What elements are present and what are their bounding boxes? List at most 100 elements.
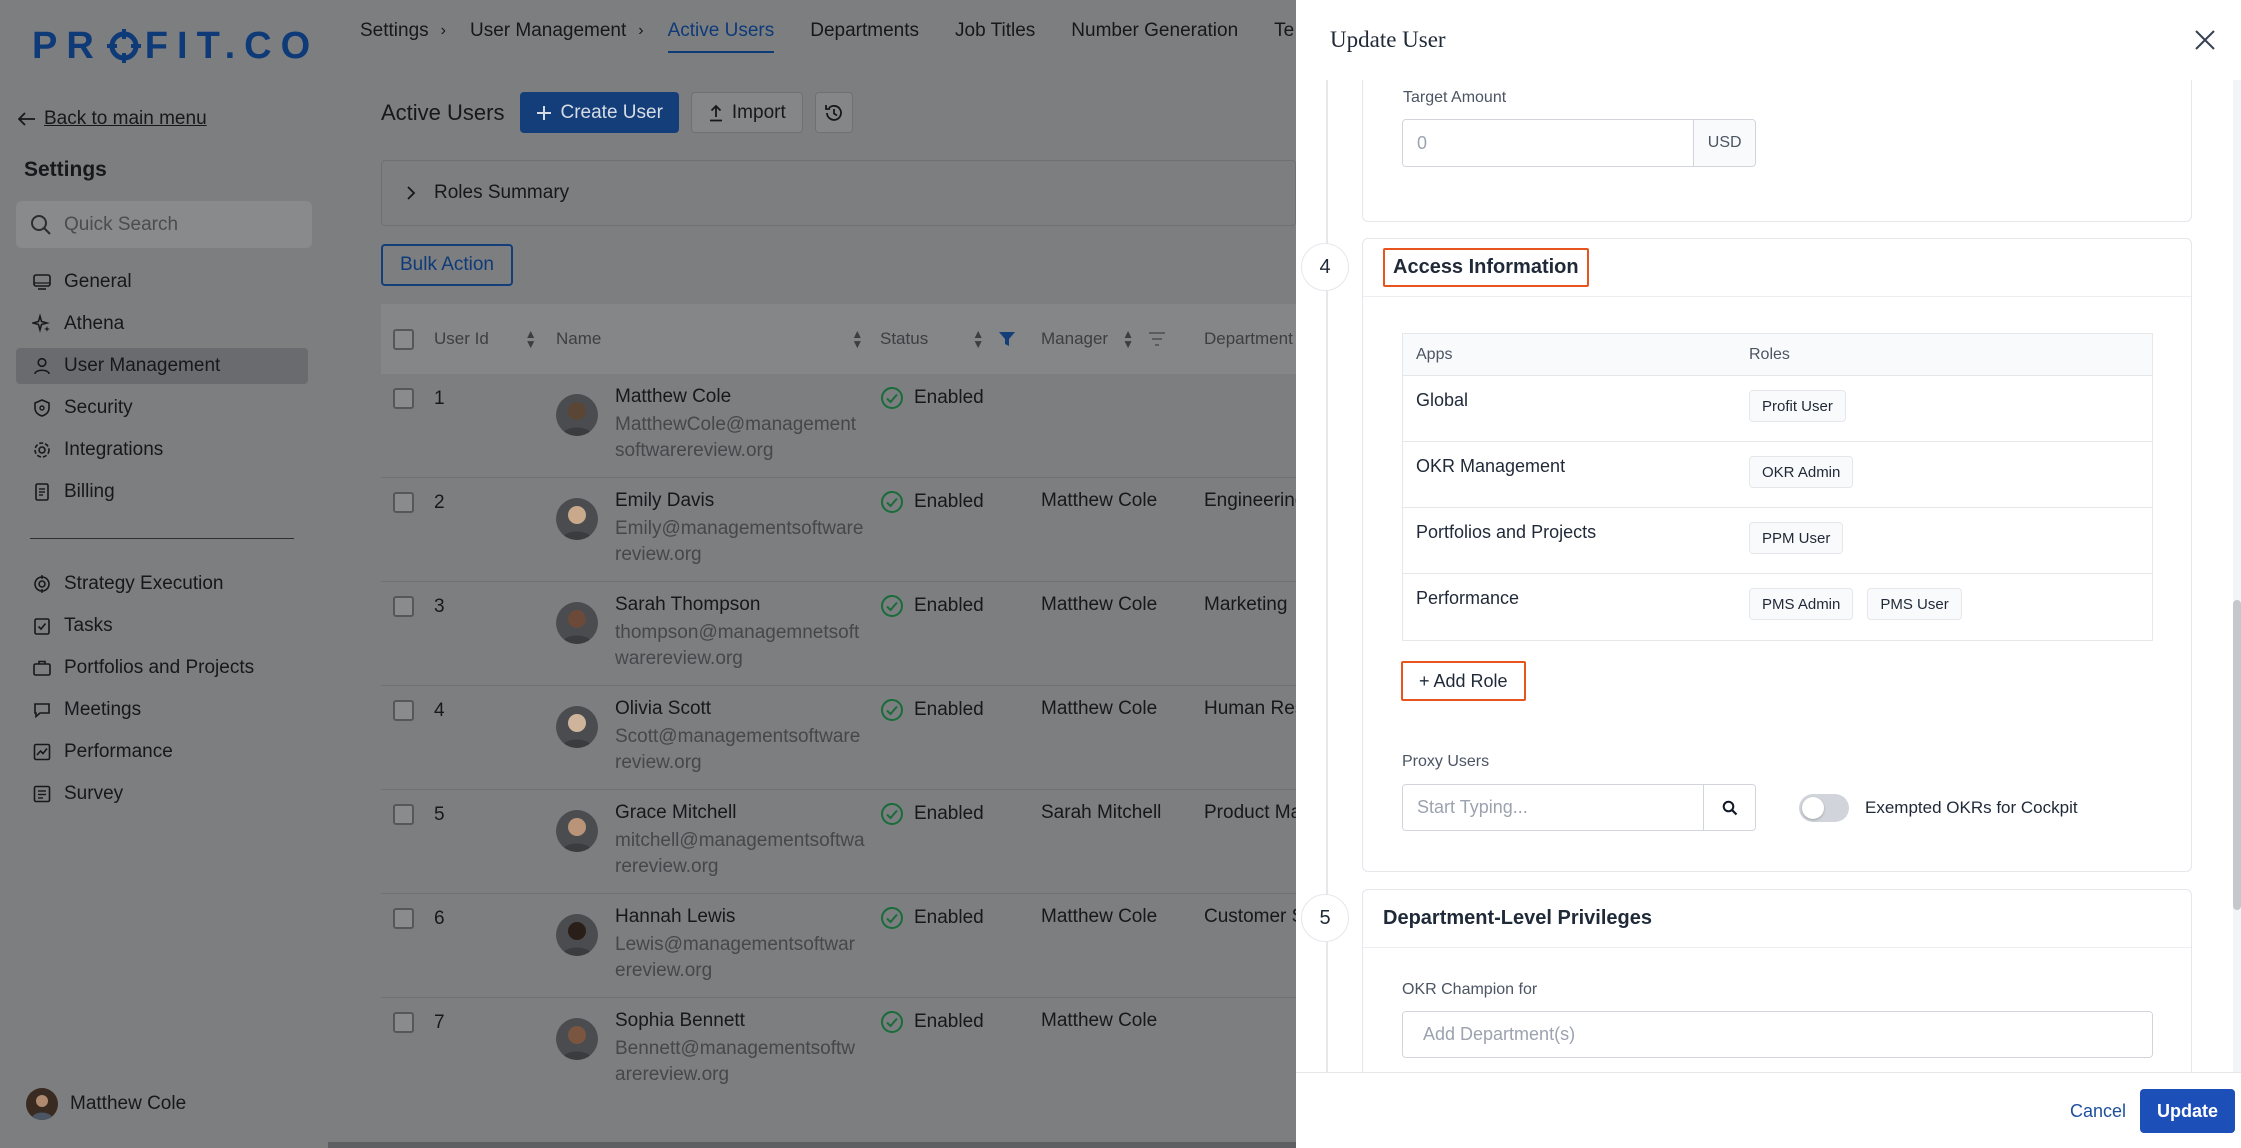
table-row[interactable]: 4 Olivia Scott Scott@managementsoftwarerev… bbox=[381, 686, 1296, 790]
row-checkbox[interactable] bbox=[393, 388, 414, 409]
sort-icon[interactable]: ▲ ▼ bbox=[1122, 328, 1134, 350]
sort-icon[interactable]: ▲ ▼ bbox=[972, 328, 984, 350]
section-3-card: Target Amount USD bbox=[1362, 80, 2192, 222]
user-name[interactable]: Sarah Thompson bbox=[615, 594, 760, 616]
table-row[interactable]: 3 Sarah Thompson thompson@managemnetsoftwa… bbox=[381, 582, 1296, 686]
add-departments-input[interactable] bbox=[1403, 1012, 2152, 1057]
okr-champion-field[interactable] bbox=[1402, 1011, 2153, 1058]
sidebar-item-security[interactable]: Security bbox=[16, 390, 308, 426]
user-name[interactable]: Grace Mitchell bbox=[615, 802, 736, 824]
user-email: Scott@managementsoftwarereview.org bbox=[615, 726, 861, 773]
exempted-okrs-toggle[interactable] bbox=[1799, 794, 1849, 822]
quick-search[interactable] bbox=[16, 201, 312, 248]
sidebar-item-label: Tasks bbox=[64, 615, 113, 636]
row-checkbox[interactable] bbox=[393, 596, 414, 617]
row-checkbox[interactable] bbox=[393, 908, 414, 929]
app-name: Performance bbox=[1416, 588, 1520, 608]
role-chip[interactable]: OKR Admin bbox=[1749, 456, 1854, 488]
column-status[interactable]: Status ▲ ▼ bbox=[880, 304, 1016, 374]
column-manager[interactable]: Manager ▲ ▼ bbox=[1041, 304, 1166, 374]
tab-departments[interactable]: Departments bbox=[810, 0, 919, 62]
sidebar-item-performance[interactable]: Performance bbox=[16, 734, 308, 770]
user-email: Bennett@managementsoftwarereview.org bbox=[615, 1038, 856, 1085]
table-row[interactable]: 7 Sophia Bennett Bennett@managementsoftwar… bbox=[381, 998, 1296, 1094]
role-chip[interactable]: PMS User bbox=[1867, 588, 1962, 620]
drawer-scrollbar-thumb[interactable] bbox=[2233, 600, 2241, 910]
role-chip[interactable]: PPM User bbox=[1749, 522, 1844, 554]
target-amount-input[interactable] bbox=[1403, 120, 1694, 166]
sort-icon[interactable]: ▲ ▼ bbox=[525, 328, 537, 350]
tab-truncated[interactable]: Te bbox=[1274, 0, 1294, 62]
user-name[interactable]: Matthew Cole bbox=[615, 386, 731, 408]
gear-icon bbox=[34, 442, 50, 458]
column-department[interactable]: Department bbox=[1204, 304, 1293, 374]
tab-active-users[interactable]: Active Users bbox=[667, 0, 774, 62]
tab-number-generation[interactable]: Number Generation bbox=[1071, 0, 1238, 62]
row-checkbox[interactable] bbox=[393, 1012, 414, 1033]
drawer-scrollbar-track[interactable] bbox=[2233, 80, 2241, 1072]
breadcrumb-user-management[interactable]: User Management › bbox=[470, 20, 644, 42]
column-user-id[interactable]: User Id ▲ ▼ bbox=[434, 304, 537, 374]
back-to-main-menu-link[interactable]: Back to main menu bbox=[18, 108, 207, 130]
proxy-users-field[interactable] bbox=[1402, 784, 1756, 831]
sidebar-item-general[interactable]: General bbox=[16, 264, 308, 300]
proxy-search-button[interactable] bbox=[1703, 785, 1755, 830]
top-navigation: Settings › User Management › Active Users … bbox=[328, 0, 1296, 62]
table-row[interactable]: 1 Matthew Cole MatthewCole@managementsoftw… bbox=[381, 374, 1296, 478]
checklist-icon bbox=[34, 618, 50, 635]
table-row[interactable]: 5 Grace Mitchell mitchell@managementsoftwa… bbox=[381, 790, 1296, 894]
sidebar-item-tasks[interactable]: Tasks bbox=[16, 608, 308, 644]
close-icon bbox=[2195, 30, 2215, 50]
target-amount-field[interactable]: USD bbox=[1402, 119, 1756, 167]
sidebar-item-label: Security bbox=[64, 397, 133, 418]
user-name[interactable]: Emily Davis bbox=[615, 490, 714, 512]
update-button[interactable]: Update bbox=[2140, 1089, 2236, 1133]
close-button[interactable] bbox=[2191, 26, 2219, 54]
row-checkbox[interactable] bbox=[393, 804, 414, 825]
sidebar-item-integrations[interactable]: Integrations bbox=[16, 432, 308, 468]
roles-summary-accordion[interactable]: Roles Summary bbox=[381, 160, 1296, 226]
sidebar-item-user-management[interactable]: User Management bbox=[16, 348, 308, 384]
filter-icon[interactable] bbox=[1148, 331, 1166, 347]
check-circle-icon bbox=[881, 387, 903, 409]
sidebar-item-portfolios-and-projects[interactable]: Portfolios and Projects bbox=[16, 650, 308, 686]
sidebar-item-strategy-execution[interactable]: Strategy Execution bbox=[16, 566, 308, 602]
select-all-checkbox[interactable] bbox=[393, 304, 414, 374]
breadcrumb-settings[interactable]: Settings › bbox=[360, 20, 446, 42]
column-label: User Id bbox=[434, 329, 489, 348]
toggle-knob bbox=[1802, 797, 1824, 819]
profit-co-logo[interactable]: PR FIT.CO bbox=[32, 25, 319, 67]
quick-search-input[interactable] bbox=[64, 213, 294, 236]
column-name[interactable]: Name ▲ ▼ bbox=[556, 304, 863, 374]
sort-icon[interactable]: ▲ ▼ bbox=[851, 328, 863, 350]
department-privileges-header: Department-Level Privileges bbox=[1363, 890, 2191, 948]
role-chip[interactable]: PMS Admin bbox=[1749, 588, 1854, 620]
import-button[interactable]: Import bbox=[690, 92, 803, 133]
user-name[interactable]: Hannah Lewis bbox=[615, 906, 735, 928]
row-checkbox[interactable] bbox=[393, 700, 414, 721]
sidebar-item-survey[interactable]: Survey bbox=[16, 776, 308, 812]
add-role-button[interactable]: + Add Role bbox=[1401, 661, 1526, 701]
table-row[interactable]: 2 Emily Davis Emily@managementsoftwarerevi… bbox=[381, 478, 1296, 582]
user-name[interactable]: Sophia Bennett bbox=[615, 1010, 745, 1032]
role-chip[interactable]: Profit User bbox=[1749, 390, 1846, 422]
create-user-button[interactable]: Create User bbox=[520, 92, 679, 133]
sidebar-item-meetings[interactable]: Meetings bbox=[16, 692, 308, 728]
tab-job-titles[interactable]: Job Titles bbox=[955, 0, 1035, 62]
table-row[interactable]: 6 Hannah Lewis Lewis@managementsoftwarerev… bbox=[381, 894, 1296, 998]
sidebar-item-athena[interactable]: Athena bbox=[16, 306, 308, 342]
proxy-users-input[interactable] bbox=[1403, 785, 1704, 830]
user-email: thompson@managemnetsoftwarereview.org bbox=[615, 622, 860, 669]
target-icon bbox=[34, 575, 50, 593]
row-checkbox[interactable] bbox=[393, 492, 414, 513]
bulk-action-button[interactable]: Bulk Action bbox=[381, 244, 513, 286]
sidebar-item-billing[interactable]: Billing bbox=[16, 474, 308, 510]
filter-active-icon[interactable] bbox=[998, 330, 1016, 348]
check-circle-icon bbox=[881, 699, 903, 721]
history-button[interactable] bbox=[814, 92, 853, 133]
user-name[interactable]: Olivia Scott bbox=[615, 698, 711, 720]
logo-target-icon bbox=[106, 29, 141, 63]
roles-table-header: Apps Roles bbox=[1403, 334, 2152, 376]
cancel-button[interactable]: Cancel bbox=[2058, 1089, 2138, 1133]
current-user[interactable]: Matthew Cole bbox=[26, 1088, 186, 1120]
